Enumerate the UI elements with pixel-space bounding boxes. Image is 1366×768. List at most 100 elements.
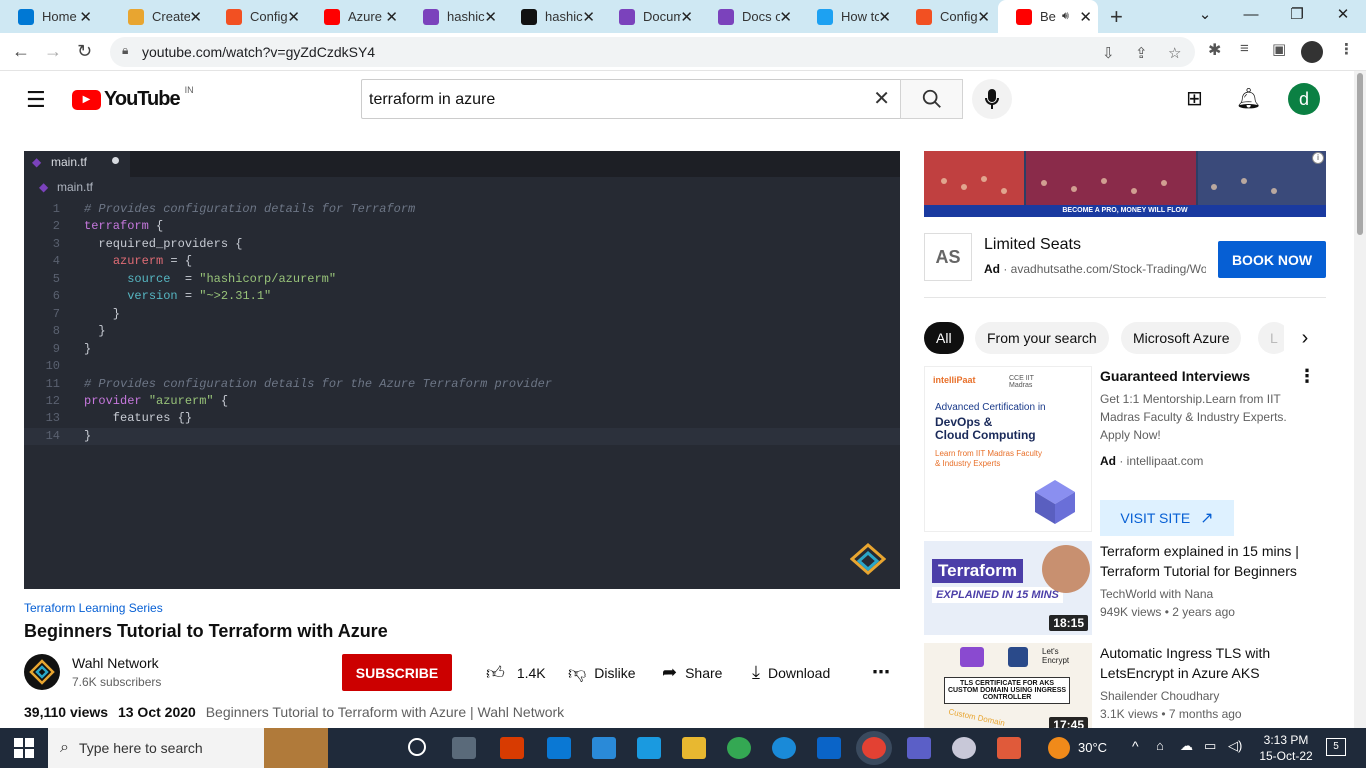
tab-8[interactable]: How to ✕: [799, 0, 897, 33]
close-tab-icon[interactable]: ✕: [680, 8, 693, 26]
search-input[interactable]: terraform in azure ✕: [361, 79, 901, 119]
more-actions-icon[interactable]: ⋯: [872, 662, 890, 683]
app-icon[interactable]: [997, 737, 1021, 759]
close-tab-icon[interactable]: ✕: [385, 8, 398, 26]
youtube-logo[interactable]: ▶ YouTube IN: [72, 85, 194, 111]
ad-info-icon[interactable]: i: [1312, 152, 1324, 164]
tab-search-icon[interactable]: ⌄: [1182, 0, 1228, 33]
close-tab-icon[interactable]: ✕: [287, 8, 300, 26]
subscribe-button[interactable]: SUBSCRIBE: [342, 654, 452, 691]
rec-title[interactable]: Terraform explained in 15 mins | Terrafo…: [1100, 541, 1320, 581]
extensions-icon[interactable]: ✱: [1208, 40, 1221, 60]
side-panel-icon[interactable]: ▣: [1272, 40, 1286, 58]
tab-10[interactable]: Be 🔊︎ ✕: [998, 0, 1098, 33]
book-now-button[interactable]: BOOK NOW: [1218, 241, 1326, 278]
notifications-bell-icon[interactable]: 🔔︎: [1236, 86, 1261, 111]
close-window-button[interactable]: ✕: [1320, 0, 1366, 33]
search-button[interactable]: [900, 79, 963, 119]
onedrive-icon[interactable]: ☁: [1180, 738, 1193, 754]
series-link[interactable]: Terraform Learning Series: [24, 601, 163, 615]
file-explorer-icon[interactable]: [682, 737, 706, 759]
tab-6[interactable]: Docum ✕: [601, 0, 699, 33]
url-text[interactable]: youtube.com/watch?v=gyZdCzdkSY4: [142, 44, 375, 60]
maximize-button[interactable]: ❐: [1274, 0, 1320, 33]
back-icon[interactable]: ←: [12, 41, 30, 62]
audio-playing-icon[interactable]: 🔊︎: [1062, 10, 1069, 23]
snip-tool-icon[interactable]: [952, 737, 976, 759]
new-tab-button[interactable]: +: [1110, 4, 1123, 30]
tab-9[interactable]: Config ✕: [898, 0, 996, 33]
weather-sun-icon[interactable]: [1048, 737, 1070, 759]
outlook-icon[interactable]: [817, 737, 841, 759]
chrome-icon[interactable]: [727, 737, 751, 759]
forward-icon[interactable]: →: [44, 41, 62, 62]
chip-from-your-search[interactable]: From your search: [975, 322, 1109, 354]
tab-3[interactable]: Azure ✕: [306, 0, 404, 33]
account-avatar[interactable]: d: [1288, 83, 1320, 115]
visit-site-button[interactable]: VISIT SITE ↗: [1100, 500, 1234, 536]
close-tab-icon[interactable]: ✕: [1079, 8, 1092, 26]
share-button[interactable]: ➦ Share: [662, 662, 722, 683]
close-tab-icon[interactable]: ✕: [582, 8, 595, 26]
chip-all[interactable]: All: [924, 322, 964, 354]
dislike-button[interactable]: 👎︎ Dislike: [568, 662, 636, 684]
list-item[interactable]: Let's Encrypt TLS CERTIFICATE FOR AKS CU…: [924, 643, 1326, 729]
mail-icon[interactable]: [592, 737, 616, 759]
meet-now-icon[interactable]: ⌂: [1156, 738, 1164, 753]
ad-title[interactable]: Limited Seats: [984, 236, 1081, 254]
video-thumbnail[interactable]: Let's Encrypt TLS CERTIFICATE FOR AKS CU…: [924, 643, 1092, 729]
create-video-icon[interactable]: ⊞: [1186, 86, 1203, 111]
chrome-active-icon[interactable]: [862, 737, 886, 759]
advertiser-logo[interactable]: AS: [924, 233, 972, 281]
minimize-button[interactable]: —: [1228, 0, 1274, 33]
windows-start-icon[interactable]: [14, 738, 34, 758]
chips-next-icon[interactable]: ›: [1284, 322, 1326, 354]
clock-time[interactable]: 3:13 PM: [1260, 733, 1312, 747]
store-icon[interactable]: [547, 737, 571, 759]
rec-title[interactable]: Automatic Ingress TLS with LetsEncrypt i…: [1100, 643, 1320, 683]
weather-temp[interactable]: 30°C: [1078, 740, 1107, 755]
close-tab-icon[interactable]: ✕: [878, 8, 891, 26]
rec-channel[interactable]: Shailender Choudhary: [1100, 687, 1219, 705]
close-tab-icon[interactable]: ✕: [189, 8, 202, 26]
profile-avatar[interactable]: [1301, 41, 1323, 63]
menu-dots-icon[interactable]: ⋮: [1339, 40, 1354, 58]
tab-2[interactable]: Config ✕: [208, 0, 306, 33]
close-tab-icon[interactable]: ✕: [484, 8, 497, 26]
tab-0[interactable]: Home ✕: [0, 0, 98, 33]
cortana-icon[interactable]: [408, 738, 426, 756]
tab-1[interactable]: Create ✕: [110, 0, 208, 33]
rec-channel[interactable]: TechWorld with Nana: [1100, 585, 1213, 603]
taskbar-search-box[interactable]: ⌕ Type here to search: [48, 728, 328, 768]
voice-search-button[interactable]: [972, 79, 1012, 119]
close-tab-icon[interactable]: ✕: [79, 8, 92, 26]
url-box[interactable]: 🔒︎ youtube.com/watch?v=gyZdCzdkSY4 ⇩ ⇪ ☆: [110, 37, 1195, 67]
close-tab-icon[interactable]: ✕: [779, 8, 792, 26]
scrollbar-thumb[interactable]: [1357, 73, 1363, 235]
channel-name[interactable]: Wahl Network: [72, 655, 159, 671]
media-control-icon[interactable]: ≡: [1240, 40, 1249, 57]
video-player[interactable]: ◆ main.tf ◆ main.tf 1 # Provides configur…: [24, 151, 900, 589]
ad-banner[interactable]: BECOME A PRO, MONEY WILL FLOW i: [924, 151, 1326, 217]
hamburger-menu-icon[interactable]: ☰: [26, 87, 46, 113]
bookmark-star-icon[interactable]: ☆: [1168, 44, 1181, 62]
list-item[interactable]: Terraform EXPLAINED IN 15 MINS 18:15 Ter…: [924, 541, 1326, 637]
tray-chevron-icon[interactable]: ^: [1132, 738, 1139, 754]
task-view-icon[interactable]: [452, 737, 476, 759]
clear-search-icon[interactable]: ✕: [873, 86, 890, 111]
chip-microsoft-azure[interactable]: Microsoft Azure: [1121, 322, 1242, 354]
volume-icon[interactable]: ◁): [1228, 738, 1242, 754]
app-icon[interactable]: [637, 737, 661, 759]
tab-7[interactable]: Docs o ✕: [700, 0, 798, 33]
like-button[interactable]: 👍︎ 1.4K: [486, 662, 546, 684]
more-options-icon[interactable]: ⋮: [1298, 366, 1316, 387]
clock-date[interactable]: 15-Oct-22: [1256, 749, 1316, 763]
notification-center-icon[interactable]: 5: [1326, 738, 1346, 756]
list-item[interactable]: intelliPaat CCE IIT Madras Advanced Cert…: [924, 366, 1326, 536]
video-thumbnail[interactable]: Terraform EXPLAINED IN 15 MINS 18:15: [924, 541, 1092, 635]
download-button[interactable]: ⤓ Download: [752, 662, 830, 683]
ad-thumbnail[interactable]: intelliPaat CCE IIT Madras Advanced Cert…: [924, 366, 1092, 532]
tab-5[interactable]: hashic ✕: [503, 0, 601, 33]
reload-icon[interactable]: ↻: [77, 41, 92, 62]
tab-4[interactable]: hashic ✕: [405, 0, 503, 33]
